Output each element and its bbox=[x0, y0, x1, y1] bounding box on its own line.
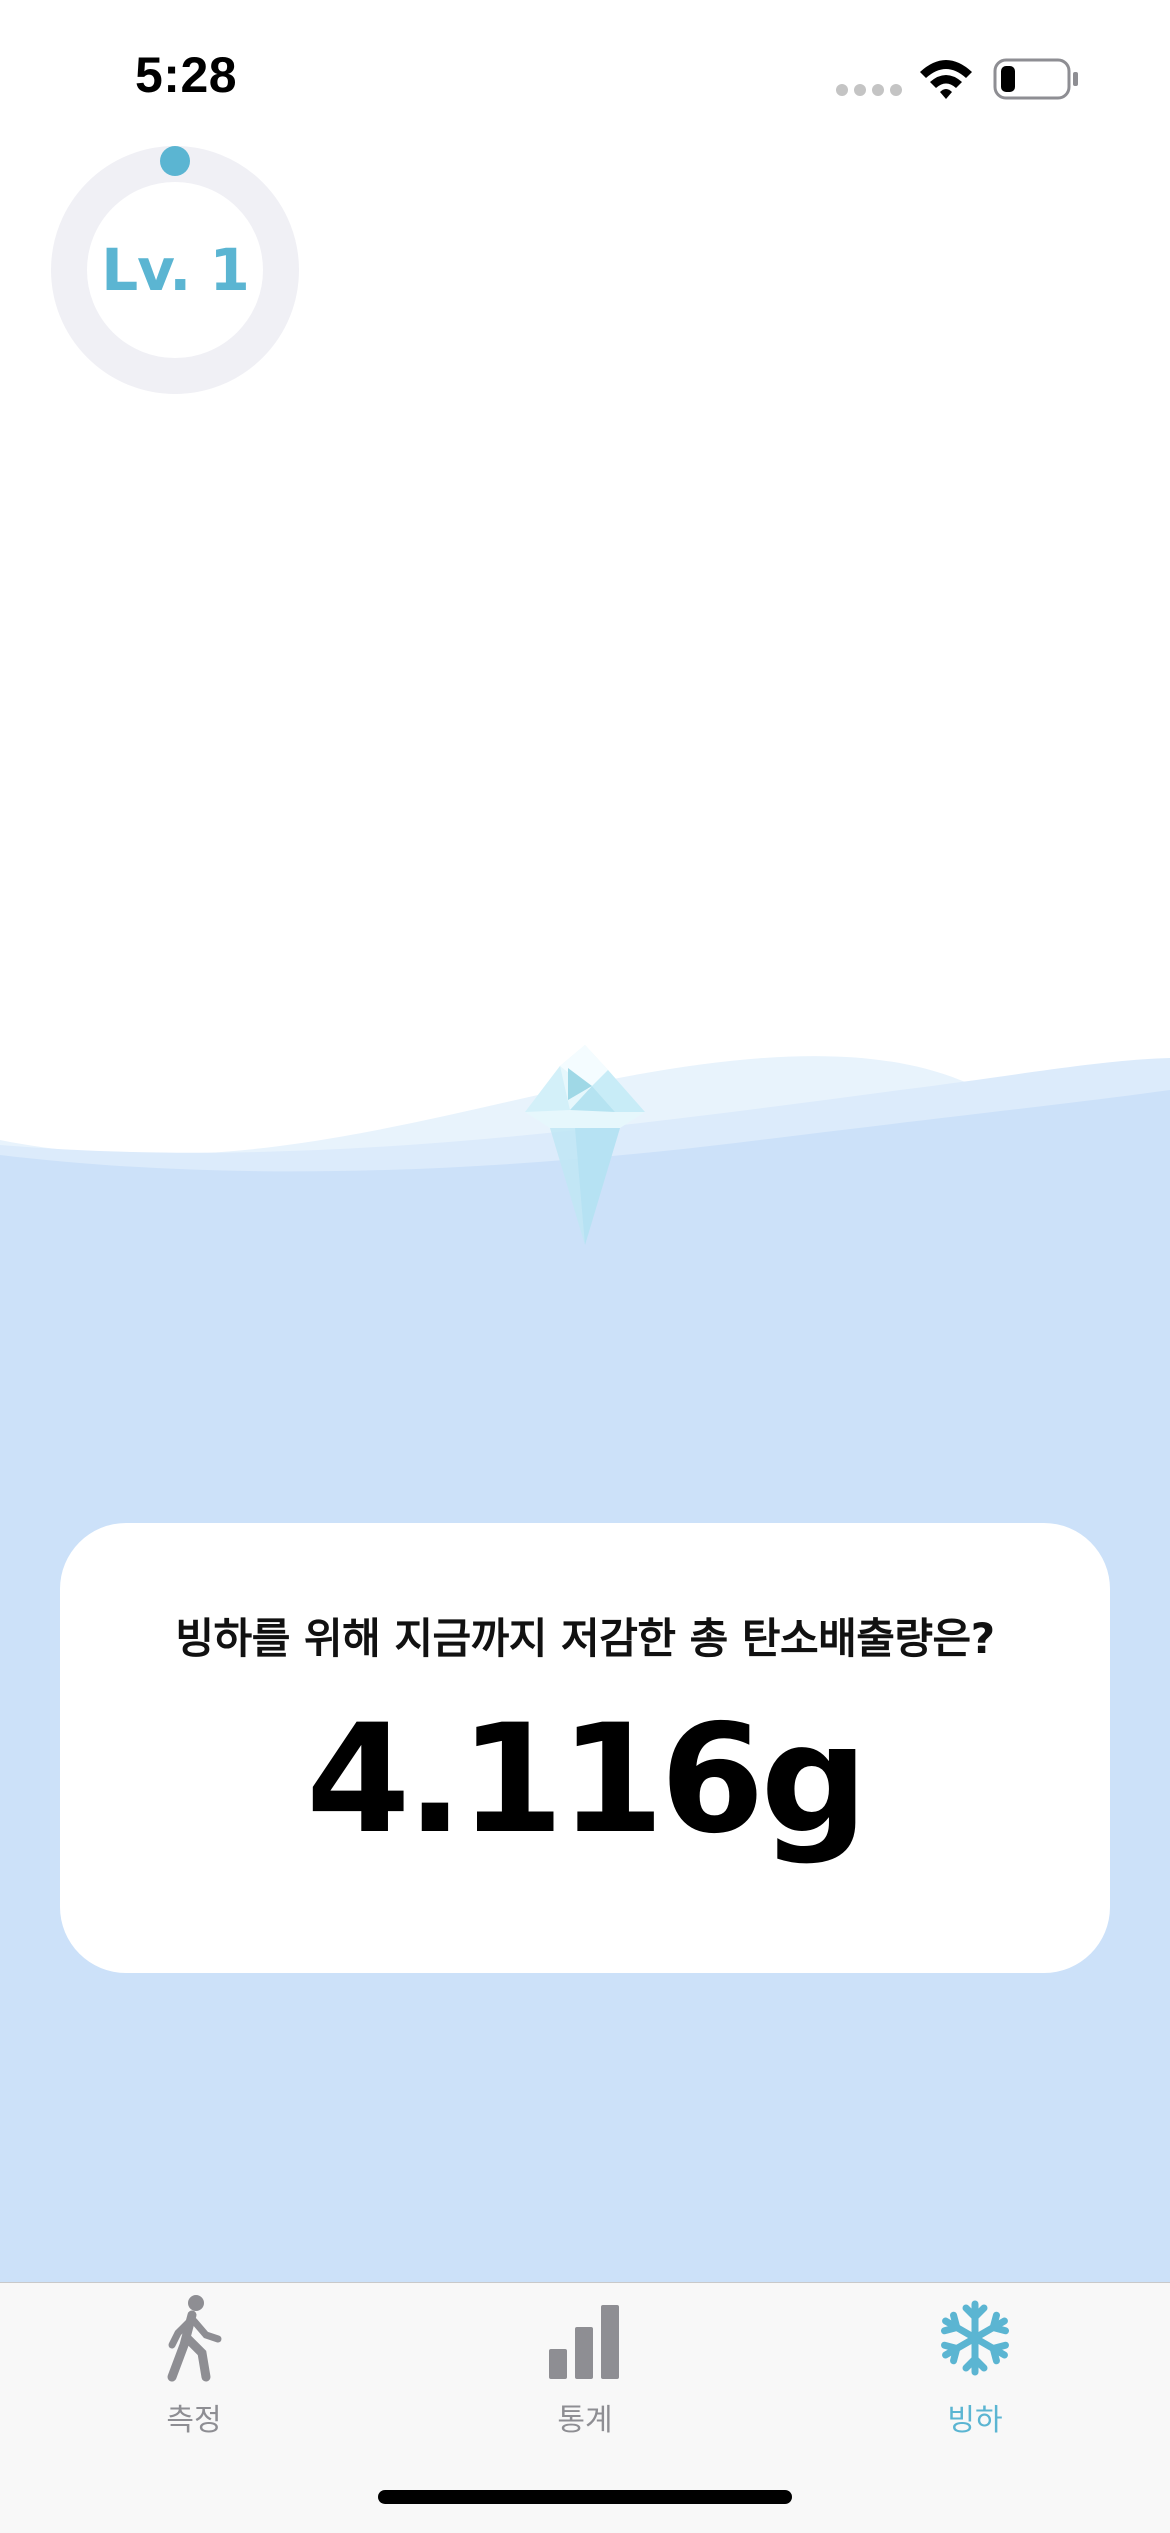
wifi-icon bbox=[920, 60, 972, 99]
bar-chart-icon bbox=[549, 2305, 619, 2379]
battery-icon bbox=[993, 58, 1078, 100]
status-icons bbox=[836, 58, 1078, 100]
tab-glacier[interactable]: 빙하 bbox=[875, 2283, 1075, 2443]
carbon-reduction-value: 4.116g bbox=[306, 1693, 868, 1867]
signal-dots-icon bbox=[836, 84, 902, 96]
home-indicator[interactable] bbox=[378, 2490, 792, 2504]
tab-label-stats: 통계 bbox=[557, 2403, 613, 2438]
tab-stats[interactable]: 통계 bbox=[485, 2283, 685, 2443]
snowflake-icon bbox=[941, 2300, 1009, 2376]
carbon-reduction-card: 빙하를 위해 지금까지 저감한 총 탄소배출량은? 4.116g bbox=[60, 1523, 1110, 1973]
tab-label-glacier: 빙하 bbox=[947, 2403, 1003, 2438]
status-time: 5:28 bbox=[135, 47, 238, 103]
card-question: 빙하를 위해 지금까지 저감한 총 탄소배출량은? bbox=[175, 1614, 995, 1663]
walking-person-icon bbox=[167, 2295, 222, 2382]
tab-measure[interactable]: 측정 bbox=[94, 2283, 294, 2443]
level-label: Lv. 1 bbox=[101, 236, 250, 304]
tab-label-measure: 측정 bbox=[166, 2403, 222, 2438]
